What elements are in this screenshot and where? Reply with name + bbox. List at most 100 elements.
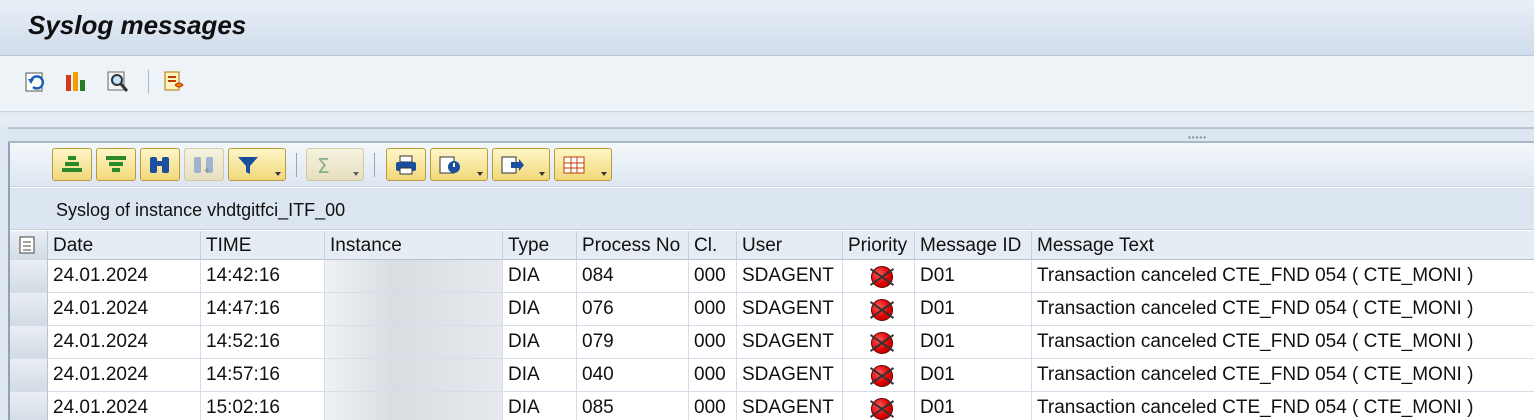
table-row[interactable]: 24.01.2024 14:57:16 DIA 040 000 SDAGENT D01 Tra… bbox=[10, 359, 1534, 392]
column-header-process-no[interactable]: Process No bbox=[577, 231, 689, 260]
cell-date: 24.01.2024 bbox=[48, 293, 201, 326]
grid-caption: Syslog of instance vhdtgitfci_ITF_00 bbox=[10, 188, 1534, 230]
column-header-client[interactable]: Cl. bbox=[689, 231, 737, 260]
chart-icon[interactable] bbox=[62, 68, 90, 96]
cell-user: SDAGENT bbox=[737, 293, 843, 326]
chevron-down-icon[interactable] bbox=[275, 172, 281, 176]
cell-time: 15:02:16 bbox=[201, 392, 325, 420]
cell-date: 24.01.2024 bbox=[48, 326, 201, 359]
cell-message-text: Transaction canceled CTE_FND 054 ( CTE_M… bbox=[1032, 293, 1534, 326]
find-button[interactable] bbox=[140, 148, 180, 181]
sort-ascending-icon bbox=[62, 155, 82, 172]
cell-time: 14:47:16 bbox=[201, 293, 325, 326]
splitter-bar[interactable]: ••••• bbox=[8, 127, 1534, 143]
table-header: Date TIME Instance Type Process No Cl. U… bbox=[10, 231, 1534, 260]
table-row[interactable]: 24.01.2024 15:02:16 DIA 085 000 SDAGENT D01 Tra… bbox=[10, 392, 1534, 420]
cell-client: 000 bbox=[689, 260, 737, 293]
cell-user: SDAGENT bbox=[737, 359, 843, 392]
column-header-priority[interactable]: Priority bbox=[843, 231, 915, 260]
column-header-time[interactable]: TIME bbox=[201, 231, 325, 260]
export-button[interactable] bbox=[492, 148, 550, 181]
row-selector[interactable] bbox=[10, 293, 48, 326]
cell-message-text: Transaction canceled CTE_FND 054 ( CTE_M… bbox=[1032, 392, 1534, 420]
grid-caption-text: Syslog of instance vhdtgitfci_ITF_00 bbox=[56, 200, 346, 220]
title-bar: Syslog messages bbox=[0, 0, 1534, 56]
cell-priority bbox=[843, 260, 915, 293]
column-header-type[interactable]: Type bbox=[503, 231, 577, 260]
cell-user: SDAGENT bbox=[737, 392, 843, 420]
row-selector[interactable] bbox=[10, 359, 48, 392]
cell-process-no: 079 bbox=[577, 326, 689, 359]
column-header-message-id[interactable]: Message ID bbox=[915, 231, 1032, 260]
priority-red-icon bbox=[871, 398, 893, 420]
layout-grid-icon bbox=[563, 156, 585, 173]
splitter-grip-icon[interactable]: ••••• bbox=[1188, 133, 1207, 142]
cell-type: DIA bbox=[503, 293, 577, 326]
settings-icon[interactable] bbox=[160, 68, 188, 96]
cell-message-id: D01 bbox=[915, 359, 1032, 392]
chevron-down-icon[interactable] bbox=[477, 172, 483, 176]
cell-message-text: Transaction canceled CTE_FND 054 ( CTE_M… bbox=[1032, 326, 1534, 359]
priority-red-icon bbox=[871, 299, 893, 321]
binoculars-icon bbox=[150, 156, 169, 173]
sort-descending-button[interactable] bbox=[96, 148, 136, 181]
cell-message-text: Transaction canceled CTE_FND 054 ( CTE_M… bbox=[1032, 260, 1534, 293]
column-header-message-text[interactable]: Message Text bbox=[1032, 231, 1534, 260]
column-header-instance[interactable]: Instance bbox=[325, 231, 503, 260]
cell-instance bbox=[325, 293, 503, 326]
layout-button[interactable] bbox=[554, 148, 612, 181]
application-toolbar bbox=[0, 56, 1534, 112]
sum-button[interactable]: Σ bbox=[306, 148, 364, 181]
page-title: Syslog messages bbox=[28, 10, 247, 40]
cell-priority bbox=[843, 293, 915, 326]
cell-priority bbox=[843, 359, 915, 392]
cell-message-id: D01 bbox=[915, 293, 1032, 326]
table-row[interactable]: 24.01.2024 14:42:16 DIA 084 000 SDAGENT D01 Tra… bbox=[10, 260, 1534, 293]
cell-priority bbox=[843, 392, 915, 420]
cell-time: 14:42:16 bbox=[201, 260, 325, 293]
filter-button[interactable] bbox=[228, 148, 286, 181]
priority-red-icon bbox=[871, 266, 893, 288]
cell-user: SDAGENT bbox=[737, 326, 843, 359]
view-button[interactable] bbox=[430, 148, 488, 181]
table-row[interactable]: 24.01.2024 14:52:16 DIA 079 000 SDAGENT D01 Tra… bbox=[10, 326, 1534, 359]
cell-date: 24.01.2024 bbox=[48, 359, 201, 392]
cell-process-no: 084 bbox=[577, 260, 689, 293]
svg-text:+: + bbox=[204, 166, 210, 176]
cell-client: 000 bbox=[689, 359, 737, 392]
row-selector[interactable] bbox=[10, 392, 48, 420]
cell-instance bbox=[325, 326, 503, 359]
column-header-user[interactable]: User bbox=[737, 231, 843, 260]
cell-message-id: D01 bbox=[915, 392, 1032, 420]
column-header-date[interactable]: Date bbox=[48, 231, 201, 260]
select-all-icon[interactable] bbox=[10, 231, 48, 260]
chevron-down-icon[interactable] bbox=[353, 172, 359, 176]
cell-type: DIA bbox=[503, 392, 577, 420]
cell-process-no: 085 bbox=[577, 392, 689, 420]
cell-process-no: 076 bbox=[577, 293, 689, 326]
cell-type: DIA bbox=[503, 359, 577, 392]
row-selector[interactable] bbox=[10, 260, 48, 293]
cell-instance bbox=[325, 359, 503, 392]
cell-message-text: Transaction canceled CTE_FND 054 ( CTE_M… bbox=[1032, 359, 1534, 392]
find-next-icon: + bbox=[194, 156, 213, 176]
view-icon bbox=[439, 156, 460, 173]
filter-icon bbox=[238, 156, 258, 174]
print-button[interactable] bbox=[386, 148, 426, 181]
sigma-icon: Σ bbox=[317, 154, 330, 176]
cell-date: 24.01.2024 bbox=[48, 260, 201, 293]
cell-client: 000 bbox=[689, 293, 737, 326]
cell-message-id: D01 bbox=[915, 260, 1032, 293]
refresh-icon[interactable] bbox=[22, 68, 50, 96]
chevron-down-icon[interactable] bbox=[601, 172, 607, 176]
find-next-button[interactable]: + bbox=[184, 148, 224, 181]
table-row[interactable]: 24.01.2024 14:47:16 DIA 076 000 SDAGENT D01 Tra… bbox=[10, 293, 1534, 326]
magnifier-icon[interactable] bbox=[104, 68, 132, 96]
cell-client: 000 bbox=[689, 392, 737, 420]
toolbar-separator bbox=[148, 70, 149, 94]
chevron-down-icon[interactable] bbox=[539, 172, 545, 176]
row-selector[interactable] bbox=[10, 326, 48, 359]
export-icon bbox=[501, 156, 524, 173]
cell-type: DIA bbox=[503, 260, 577, 293]
sort-ascending-button[interactable] bbox=[52, 148, 92, 181]
